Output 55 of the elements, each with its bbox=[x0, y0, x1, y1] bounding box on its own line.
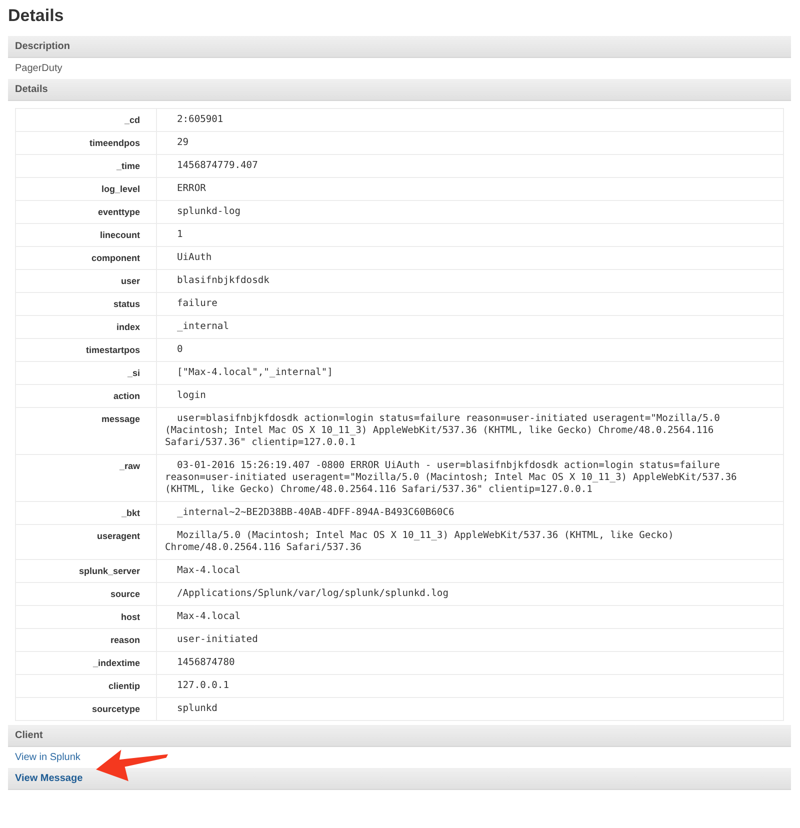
field-name: index bbox=[16, 316, 156, 338]
field-name: timeendpos bbox=[16, 132, 156, 154]
field-name: linecount bbox=[16, 224, 156, 246]
field-value: ["Max-4.local","_internal"] bbox=[156, 362, 784, 384]
field-value: 29 bbox=[156, 132, 784, 154]
field-name: sourcetype bbox=[16, 698, 156, 720]
field-name: _si bbox=[16, 362, 156, 384]
field-value: login bbox=[156, 384, 784, 408]
field-name: reason bbox=[16, 628, 156, 652]
field-name: action bbox=[16, 384, 156, 408]
section-link[interactable]: View Message bbox=[8, 768, 791, 790]
view-link[interactable]: View in Splunk bbox=[15, 752, 80, 763]
field-name: _cd bbox=[16, 108, 156, 132]
section-header: Details bbox=[8, 79, 791, 101]
field-name: message bbox=[16, 408, 156, 454]
field-value: _internal bbox=[156, 316, 784, 338]
field-value: splunkd-log bbox=[156, 200, 784, 224]
page-title: Details bbox=[8, 6, 64, 26]
field-name: log_level bbox=[16, 178, 156, 200]
field-name: source bbox=[16, 582, 156, 606]
field-value: Max-4.local bbox=[156, 560, 784, 582]
field-value: Mozilla/5.0 (Macintosh; Intel Mac OS X 10_11_3) AppleWebKit/537.36 (KHTML, like Gecko) Chrome/48.0.2564.116 Safari/537.36 bbox=[156, 524, 784, 560]
field-name: _raw bbox=[16, 454, 156, 502]
section-header: Client bbox=[8, 725, 791, 747]
field-name: splunk_server bbox=[16, 560, 156, 582]
field-value: Max-4.local bbox=[156, 606, 784, 628]
field-value: ERROR bbox=[156, 178, 784, 200]
field-value: blasifnbjkfdosdk bbox=[156, 270, 784, 292]
field-value: 1456874779.407 bbox=[156, 154, 784, 178]
field-value: 03-01-2016 15:26:19.407 -0800 ERROR UiAuth - user=blasifnbjkfdosdk action=login status=failure reason=user-initiated useragent="Mozilla/5.0 (Macintosh; Intel Mac OS X 10_11_3) AppleWebKit/537.36 (KHTML, like Gecko) Chrome/48.0.2564.116 Safari/537.36" clientip=127.0.0.1 bbox=[156, 454, 784, 502]
field-name: eventtype bbox=[16, 200, 156, 224]
field-name: _bkt bbox=[16, 502, 156, 524]
field-value: 1 bbox=[156, 224, 784, 246]
field-value: _internal~2~BE2D38BB-40AB-4DFF-894A-B493C60B60C6 bbox=[156, 502, 784, 524]
field-value: 127.0.0.1 bbox=[156, 674, 784, 698]
field-name: component bbox=[16, 246, 156, 270]
field-value: 1456874780 bbox=[156, 652, 784, 674]
field-value: splunkd bbox=[156, 698, 784, 720]
field-value: user-initiated bbox=[156, 628, 784, 652]
field-name: useragent bbox=[16, 524, 156, 560]
section-header: Description bbox=[8, 36, 791, 58]
description-text: PagerDuty bbox=[14, 62, 64, 76]
field-name: status bbox=[16, 292, 156, 316]
field-value: user=blasifnbjkfdosdk action=login status=failure reason=user-initiated useragent="Mozilla/5.0 (Macintosh; Intel Mac OS X 10_11_3) AppleWebKit/537.36 (KHTML, like Gecko) Chrome/48.0.2564.116 Safari/537.36" clientip=127.0.0.1 bbox=[156, 408, 784, 454]
field-value: UiAuth bbox=[156, 246, 784, 270]
field-name: clientip bbox=[16, 674, 156, 698]
field-value: failure bbox=[156, 292, 784, 316]
field-name: _indextime bbox=[16, 652, 156, 674]
field-name: user bbox=[16, 270, 156, 292]
field-name: host bbox=[16, 606, 156, 628]
field-name: timestartpos bbox=[16, 338, 156, 362]
field-value: /Applications/Splunk/var/log/splunk/splunkd.log bbox=[156, 582, 784, 606]
field-value: 0 bbox=[156, 338, 784, 362]
field-name: _time bbox=[16, 154, 156, 178]
field-value: 2:605901 bbox=[156, 108, 784, 132]
